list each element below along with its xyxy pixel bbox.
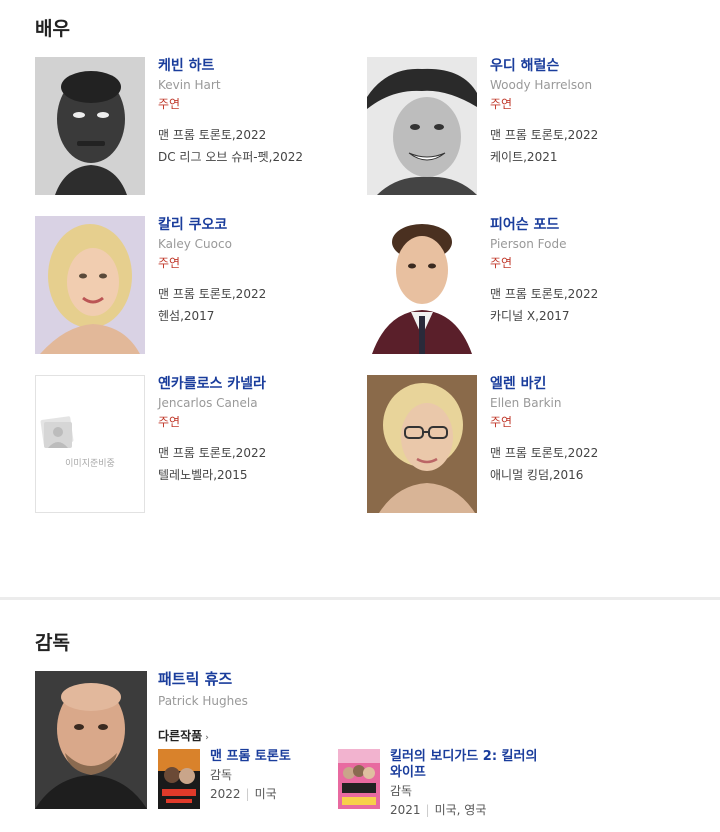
- actor-work: 케이트,2021: [490, 150, 558, 164]
- film-meta: 2021 | 미국, 영국: [390, 803, 487, 817]
- actor-english-name: Ellen Barkin: [490, 396, 562, 410]
- actor-name-link[interactable]: 엘렌 바킨: [490, 375, 687, 394]
- image-placeholder-icon: [40, 416, 74, 448]
- actor-role: 주연: [490, 415, 513, 429]
- actor-work: 맨 프롬 토론토,2022: [490, 128, 599, 142]
- actor-english-name: Kaley Cuoco: [158, 237, 232, 251]
- actor-english-name: Woody Harrelson: [490, 78, 593, 92]
- actor-photo[interactable]: [367, 216, 477, 354]
- director-english-name: Patrick Hughes: [158, 694, 248, 708]
- actor-work: 맨 프롬 토론토,2022: [158, 287, 267, 301]
- actor-photo[interactable]: [35, 216, 145, 354]
- actor-role: 주연: [158, 415, 181, 429]
- film-poster[interactable]: [158, 749, 200, 809]
- actor-work: DC 리그 오브 슈퍼-펫,2022: [158, 150, 304, 164]
- film-title-link[interactable]: 킬러의 보디가드 2: 킬러의 와이프: [390, 749, 550, 781]
- actor-work: 맨 프롬 토론토,2022: [490, 287, 599, 301]
- actor-card: 케빈 하트 Kevin Hart 주연 맨 프롬 토론토,2022 DC 리그 …: [35, 57, 355, 197]
- actor-role: 주연: [158, 97, 181, 111]
- actor-english-name: Pierson Fode: [490, 237, 567, 251]
- actor-english-name: Kevin Hart: [158, 78, 221, 92]
- actor-name-link[interactable]: 피어슨 포드: [490, 216, 687, 235]
- film-country: 미국, 영국: [434, 803, 487, 817]
- actor-name-link[interactable]: 칼리 쿠오코: [158, 216, 355, 235]
- actor-work: 텔레노벨라,2015: [158, 468, 248, 482]
- actor-card: 엘렌 바킨 Ellen Barkin 주연 맨 프롬 토론토,2022 애니멀 …: [367, 375, 687, 515]
- actor-work: 애니멀 킹덤,2016: [490, 468, 584, 482]
- actor-photo[interactable]: [35, 57, 145, 195]
- film-year: 2022: [210, 787, 241, 801]
- actor-name-link[interactable]: 케빈 하트: [158, 57, 355, 76]
- actors-section-title: 배우: [35, 18, 70, 40]
- section-divider: [0, 597, 720, 600]
- actor-name-link[interactable]: 우디 해럴슨: [490, 57, 687, 76]
- actor-name-link[interactable]: 옌카를로스 카넬라: [158, 375, 355, 394]
- actor-work: 맨 프롬 토론토,2022: [158, 446, 267, 460]
- actor-work: 맨 프롬 토론토,2022: [490, 446, 599, 460]
- image-placeholder-text: 이미지준비중: [65, 459, 115, 469]
- other-works-link[interactable]: 다른작품 ›: [158, 727, 209, 744]
- actor-role: 주연: [158, 256, 181, 270]
- director-section-title: 감독: [35, 632, 70, 654]
- actor-work: 맨 프롬 토론토,2022: [158, 128, 267, 142]
- actor-card: 우디 해럴슨 Woody Harrelson 주연 맨 프롬 토론토,2022 …: [367, 57, 687, 197]
- film-poster[interactable]: [338, 749, 380, 809]
- actor-card: 이미지준비중 옌카를로스 카넬라 Jencarlos Canela 주연 맨 프…: [35, 375, 355, 515]
- actor-card: 칼리 쿠오코 Kaley Cuoco 주연 맨 프롬 토론토,2022 헨섬,2…: [35, 216, 355, 356]
- actor-work: 카디널 X,2017: [490, 309, 570, 323]
- film-year: 2021: [390, 803, 421, 817]
- film-country: 미국: [254, 787, 277, 801]
- film-role: 감독: [390, 784, 413, 798]
- director-info: 패트릭 휴즈 Patrick Hughes 다른작품 › 맨 프롬 토론토 감독 …: [158, 669, 698, 817]
- actor-photo[interactable]: [367, 375, 477, 513]
- director-name-link[interactable]: 패트릭 휴즈: [158, 669, 698, 689]
- actor-card: 피어슨 포드 Pierson Fode 주연 맨 프롬 토론토,2022 카디널…: [367, 216, 687, 356]
- actor-photo-placeholder[interactable]: 이미지준비중: [35, 375, 145, 513]
- actor-photo[interactable]: [367, 57, 477, 195]
- actor-role: 주연: [490, 97, 513, 111]
- actor-english-name: Jencarlos Canela: [158, 396, 258, 410]
- other-works-label: 다른작품: [158, 729, 203, 743]
- director-photo[interactable]: [35, 671, 147, 809]
- chevron-right-icon: ›: [205, 733, 209, 743]
- actor-work: 헨섬,2017: [158, 309, 215, 323]
- actor-role: 주연: [490, 256, 513, 270]
